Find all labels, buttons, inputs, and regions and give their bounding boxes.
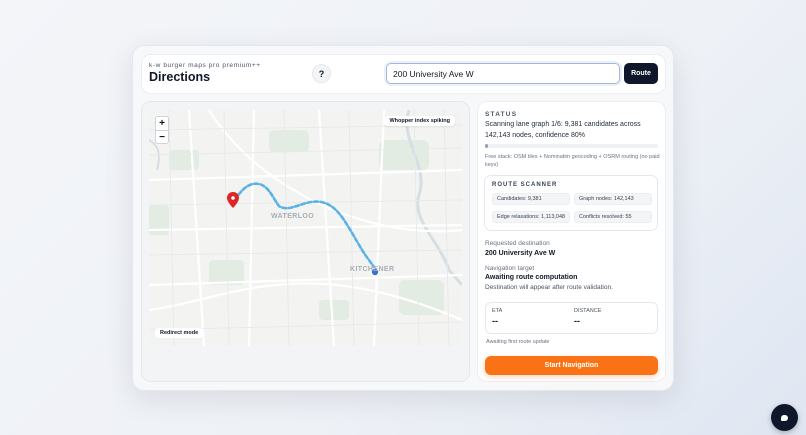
zoom-in-button[interactable]: + [156, 117, 168, 131]
navigation-target-label: Navigation target [485, 265, 535, 272]
eta-label: ETA [492, 308, 503, 314]
status-heading: STATUS [485, 111, 518, 118]
whopper-index-badge: Whopper index spiking [384, 116, 455, 126]
status-progress-bar [485, 144, 658, 148]
free-stack-note: Free stack: OSM tiles + Nominatim geocod… [485, 154, 660, 168]
status-progress-fill [485, 144, 489, 148]
app-eyebrow: k-w burger maps pro premium++ [149, 62, 261, 69]
navigation-target-value: Awaiting route computation [485, 274, 578, 281]
map-label-waterloo: WATERLOO [271, 213, 315, 220]
route-scanner-heading: ROUTE SCANNER [492, 182, 558, 188]
candidates-chip: Candidates: 9,381 [492, 193, 570, 205]
edge-relaxations-chip: Edge relaxations: 1,113,048 [492, 211, 570, 223]
page-title: Directions [149, 70, 211, 84]
chat-bubble-icon [781, 414, 788, 421]
zoom-control: + − [155, 116, 169, 144]
conflicts-chip: Conflicts resolved: 55 [574, 211, 652, 223]
zoom-out-button[interactable]: − [156, 131, 168, 144]
distance-value: -- [574, 316, 580, 326]
graph-nodes-chip: Graph nodes: 142,143 [574, 193, 652, 205]
map-label-kitchener: KITCHENER [350, 266, 395, 273]
redirect-mode-badge[interactable]: Redirect mode [155, 328, 204, 338]
distance-label: DISTANCE [574, 308, 602, 314]
route-button[interactable]: Route [624, 63, 658, 84]
requested-destination-value: 200 University Ave W [485, 250, 556, 257]
requested-destination-label: Requested destination [485, 240, 550, 247]
status-text: Scanning lane graph 1/6: 9,381 candidate… [485, 121, 641, 139]
chat-button[interactable] [771, 404, 798, 431]
start-navigation-button[interactable]: Start Navigation [485, 356, 658, 375]
eta-value: -- [492, 316, 498, 326]
help-button[interactable]: ? [312, 64, 331, 83]
awaiting-route-note: Awaiting first route update [486, 339, 550, 345]
destination-search-input[interactable] [386, 63, 620, 84]
map-view[interactable]: + − Whopper index spiking Redirect mode … [149, 110, 462, 346]
destination-note: Destination will appear after route vali… [485, 284, 613, 291]
metrics-box [485, 302, 658, 334]
map-tiles [149, 110, 462, 346]
